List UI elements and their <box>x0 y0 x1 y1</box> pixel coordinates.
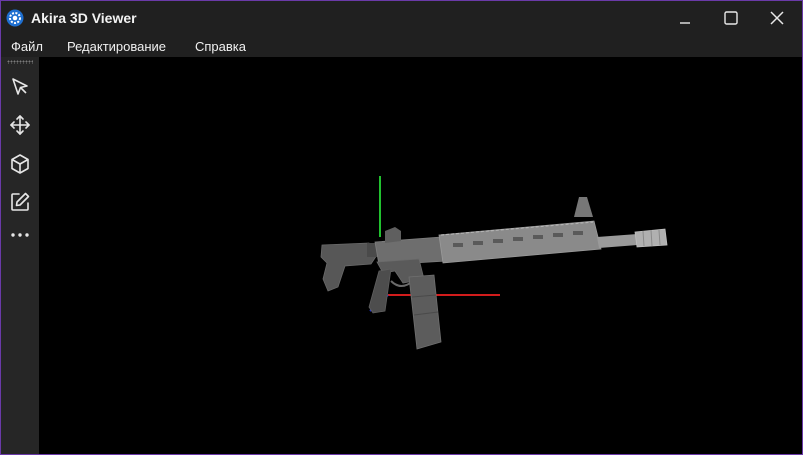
move-tool-button[interactable] <box>5 110 35 140</box>
3d-viewport[interactable] <box>39 57 802 454</box>
toolbar-grip[interactable] <box>7 60 33 64</box>
more-icon <box>11 233 29 237</box>
menu-edit[interactable]: Редактирование <box>67 39 166 54</box>
minimize-button[interactable] <box>662 1 708 35</box>
app-window: Akira 3D Viewer Файл Редактирование Спра… <box>0 0 803 455</box>
minimize-icon <box>680 22 690 24</box>
menu-help[interactable]: Справка <box>195 39 246 54</box>
menu-file[interactable]: Файл <box>11 39 43 54</box>
move-icon <box>10 115 30 135</box>
menu-bar: Файл Редактирование Справка <box>1 35 802 57</box>
rifle-model[interactable] <box>320 197 668 350</box>
more-tools-button[interactable] <box>5 220 35 250</box>
window-title: Akira 3D Viewer <box>31 10 137 26</box>
scene-canvas <box>320 176 668 350</box>
maximize-button[interactable] <box>708 1 754 35</box>
maximize-icon <box>724 11 738 25</box>
close-icon <box>770 11 784 25</box>
select-arrow-icon <box>12 78 28 95</box>
select-tool-button[interactable] <box>5 72 35 102</box>
gear-icon <box>6 9 24 27</box>
object-tool-button[interactable] <box>5 149 35 179</box>
edit-tool-button[interactable] <box>5 187 35 217</box>
cube-icon <box>11 154 29 174</box>
tool-palette <box>1 57 39 454</box>
title-bar[interactable]: Akira 3D Viewer <box>1 1 802 35</box>
edit-icon <box>11 192 30 211</box>
close-button[interactable] <box>754 1 800 35</box>
